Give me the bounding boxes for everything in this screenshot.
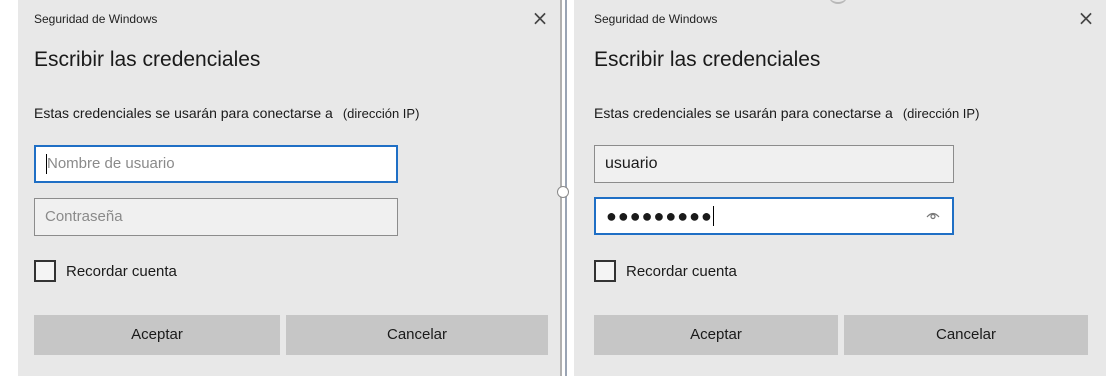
close-button[interactable]: × — [1074, 6, 1098, 30]
remember-label: Recordar cuenta — [66, 262, 177, 280]
password-value: ●●●●●●●●● — [606, 206, 713, 227]
description-text: Estas credenciales se usarán para conect… — [34, 105, 333, 121]
credentials-dialog-empty: Seguridad de Windows × Escribir las cred… — [18, 0, 560, 376]
close-button[interactable]: × — [528, 6, 552, 30]
eye-icon[interactable] — [926, 210, 940, 220]
ip-address-label: (dirección IP) — [342, 106, 420, 121]
remember-checkbox[interactable] — [34, 260, 56, 282]
cancel-button[interactable]: Cancelar — [286, 315, 548, 355]
cancel-button[interactable]: Cancelar — [844, 315, 1088, 355]
accept-button[interactable]: Aceptar — [34, 315, 280, 355]
dialog-heading: Escribir las credenciales — [594, 48, 821, 71]
close-icon: × — [1077, 6, 1095, 30]
remember-label: Recordar cuenta — [626, 262, 737, 280]
connection-description: Estas credenciales se usarán para conect… — [594, 105, 979, 121]
password-input[interactable]: ●●●●●●●●● — [594, 197, 954, 235]
compare-slider-handle[interactable] — [557, 186, 569, 198]
description-text: Estas credenciales se usarán para conect… — [594, 105, 893, 121]
remember-account[interactable]: Recordar cuenta — [594, 260, 737, 282]
password-placeholder: Contraseña — [45, 208, 123, 225]
username-input[interactable]: Nombre de usuario — [34, 145, 398, 183]
connection-description: Estas credenciales se usarán para conect… — [34, 105, 419, 121]
username-placeholder: Nombre de usuario — [47, 155, 175, 172]
text-caret — [712, 206, 714, 227]
window-title: Seguridad de Windows — [594, 12, 718, 26]
accept-button[interactable]: Aceptar — [594, 315, 838, 355]
password-input[interactable]: Contraseña — [34, 198, 398, 236]
username-value: usuario — [605, 155, 658, 172]
username-input[interactable]: usuario — [594, 145, 954, 183]
close-icon: × — [531, 6, 549, 30]
remember-account[interactable]: Recordar cuenta — [34, 260, 177, 282]
credentials-dialog-filled: Seguridad de Windows × Escribir las cred… — [574, 0, 1106, 376]
ip-address-label: (dirección IP) — [902, 106, 980, 121]
dialog-heading: Escribir las credenciales — [34, 48, 261, 71]
window-title: Seguridad de Windows — [34, 12, 158, 26]
remember-checkbox[interactable] — [594, 260, 616, 282]
